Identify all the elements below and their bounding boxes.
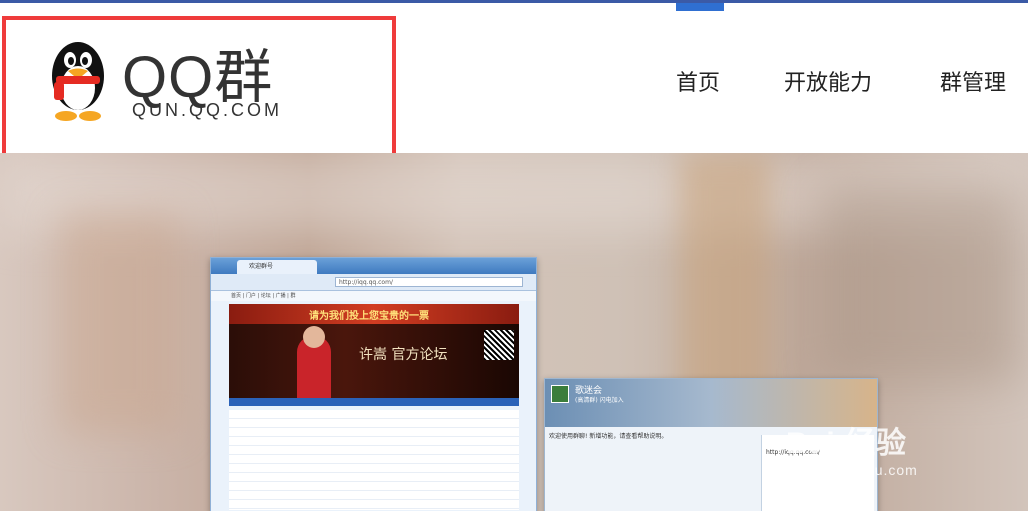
browser-address-bar: http://iqq.qq.com/ xyxy=(211,274,536,291)
browser-artist-banner: 许嵩 官方论坛 xyxy=(229,324,519,398)
chat-subtitle: (高清群) 闪电加入 xyxy=(575,397,624,404)
browser-red-banner: 请为我们投上您宝贵的一票 xyxy=(229,304,519,324)
logo-domain-text: QUN.QQ.COM xyxy=(132,100,282,120)
nav-group-management[interactable]: 群管理 xyxy=(940,65,1006,97)
active-nav-indicator xyxy=(676,3,724,11)
qr-code-icon xyxy=(484,330,514,360)
hero-banner: 欢迎群号 http://iqq.qq.com/ 首页 | 门户 | 论坛 | 广… xyxy=(0,153,1028,511)
nav-open-capability[interactable]: 开放能力 xyxy=(784,65,872,97)
browser-tab: 欢迎群号 xyxy=(237,260,317,274)
watermark-main: Bai 经验 xyxy=(786,427,908,460)
nav-home[interactable]: 首页 xyxy=(676,65,720,97)
browser-blue-menu xyxy=(229,398,519,406)
watermark-sub: jingyan.baidu.com xyxy=(788,462,918,478)
banner-slogan: 请为我们投上您宝贵的一票 xyxy=(309,311,429,322)
chat-notice: 欢迎使用群聊! 新增功能，请查看帮助说明。 xyxy=(549,433,668,440)
browser-url: http://iqq.qq.com/ xyxy=(335,277,523,287)
browser-site-nav: 首页 | 门户 | 论坛 | 广播 | 群 xyxy=(211,291,536,301)
browser-screenshot: 欢迎群号 http://iqq.qq.com/ 首页 | 门户 | 论坛 | 广… xyxy=(210,257,537,511)
artist-head xyxy=(303,326,325,348)
qq-penguin-icon[interactable] xyxy=(42,36,114,122)
artist-name: 许嵩 官方论坛 xyxy=(359,347,448,363)
chat-avatar xyxy=(551,385,569,403)
baidu-watermark: Bai 经验 jingyan.baidu.com xyxy=(786,418,918,478)
browser-forum-list xyxy=(229,410,519,510)
browser-tab-bar: 欢迎群号 xyxy=(211,258,536,274)
